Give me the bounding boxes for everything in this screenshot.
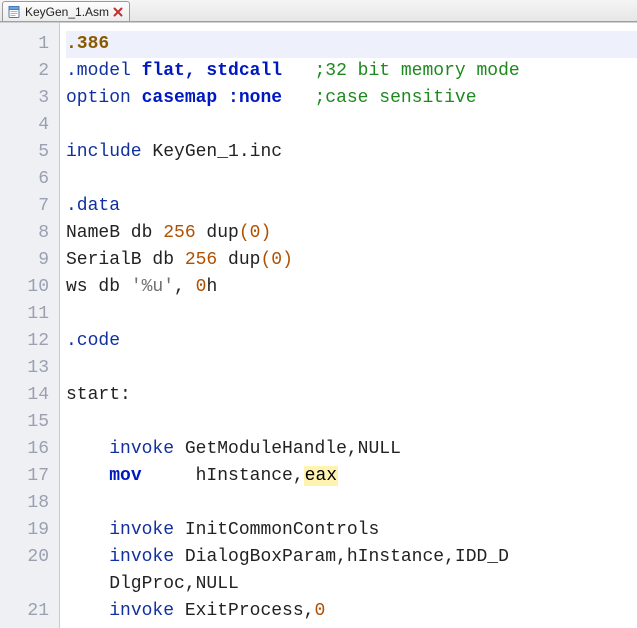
line-number: 4 <box>0 112 59 139</box>
code-line[interactable]: .model flat, stdcall ;32 bit memory mode <box>66 58 637 85</box>
line-number: 6 <box>0 166 59 193</box>
line-number: 19 <box>0 517 59 544</box>
code-line[interactable] <box>66 166 637 193</box>
code-line[interactable]: mov hInstance,eax <box>66 463 637 490</box>
code-line[interactable] <box>66 301 637 328</box>
file-icon <box>7 5 21 19</box>
line-number: 17 <box>0 463 59 490</box>
close-icon[interactable] <box>113 7 123 17</box>
line-number: 5 <box>0 139 59 166</box>
line-number: 21 <box>0 598 59 625</box>
line-number: 8 <box>0 220 59 247</box>
code-line[interactable] <box>66 409 637 436</box>
line-number: 3 <box>0 85 59 112</box>
code-line[interactable]: .data <box>66 193 637 220</box>
code-line[interactable]: invoke GetModuleHandle,NULL <box>66 436 637 463</box>
line-number: 13 <box>0 355 59 382</box>
line-number: 1 <box>0 31 59 58</box>
code-area[interactable]: .386.model flat, stdcall ;32 bit memory … <box>60 23 637 628</box>
line-number: 20 <box>0 544 59 571</box>
tab-bar: KeyGen_1.Asm <box>0 0 637 22</box>
code-line[interactable]: .386 <box>66 31 637 58</box>
code-line[interactable] <box>66 112 637 139</box>
file-tab[interactable]: KeyGen_1.Asm <box>2 1 130 21</box>
line-number: 15 <box>0 409 59 436</box>
line-number: 18 <box>0 490 59 517</box>
code-line[interactable] <box>66 355 637 382</box>
line-number: 16 <box>0 436 59 463</box>
line-number: 12 <box>0 328 59 355</box>
code-line[interactable]: NameB db 256 dup(0) <box>66 220 637 247</box>
code-line[interactable]: .code <box>66 328 637 355</box>
line-number: 11 <box>0 301 59 328</box>
code-line[interactable]: option casemap :none ;case sensitive <box>66 85 637 112</box>
code-line[interactable]: start: <box>66 382 637 409</box>
code-line[interactable]: invoke DialogBoxParam,hInstance,IDD_D <box>66 544 637 571</box>
line-number: 10 <box>0 274 59 301</box>
code-line[interactable]: SerialB db 256 dup(0) <box>66 247 637 274</box>
line-number: 2 <box>0 58 59 85</box>
code-line[interactable]: invoke ExitProcess,0 <box>66 598 637 625</box>
tab-label: KeyGen_1.Asm <box>25 5 109 19</box>
code-line[interactable] <box>66 490 637 517</box>
code-editor[interactable]: 123456789101112131415161718192021 .386.m… <box>0 22 637 628</box>
line-number-gutter: 123456789101112131415161718192021 <box>0 23 60 628</box>
line-number: 9 <box>0 247 59 274</box>
code-line[interactable]: include KeyGen_1.inc <box>66 139 637 166</box>
code-line[interactable]: ws db '%u', 0h <box>66 274 637 301</box>
line-number: 7 <box>0 193 59 220</box>
code-line[interactable]: invoke InitCommonControls <box>66 517 637 544</box>
code-line[interactable]: DlgProc,NULL <box>66 571 637 598</box>
line-number: 14 <box>0 382 59 409</box>
